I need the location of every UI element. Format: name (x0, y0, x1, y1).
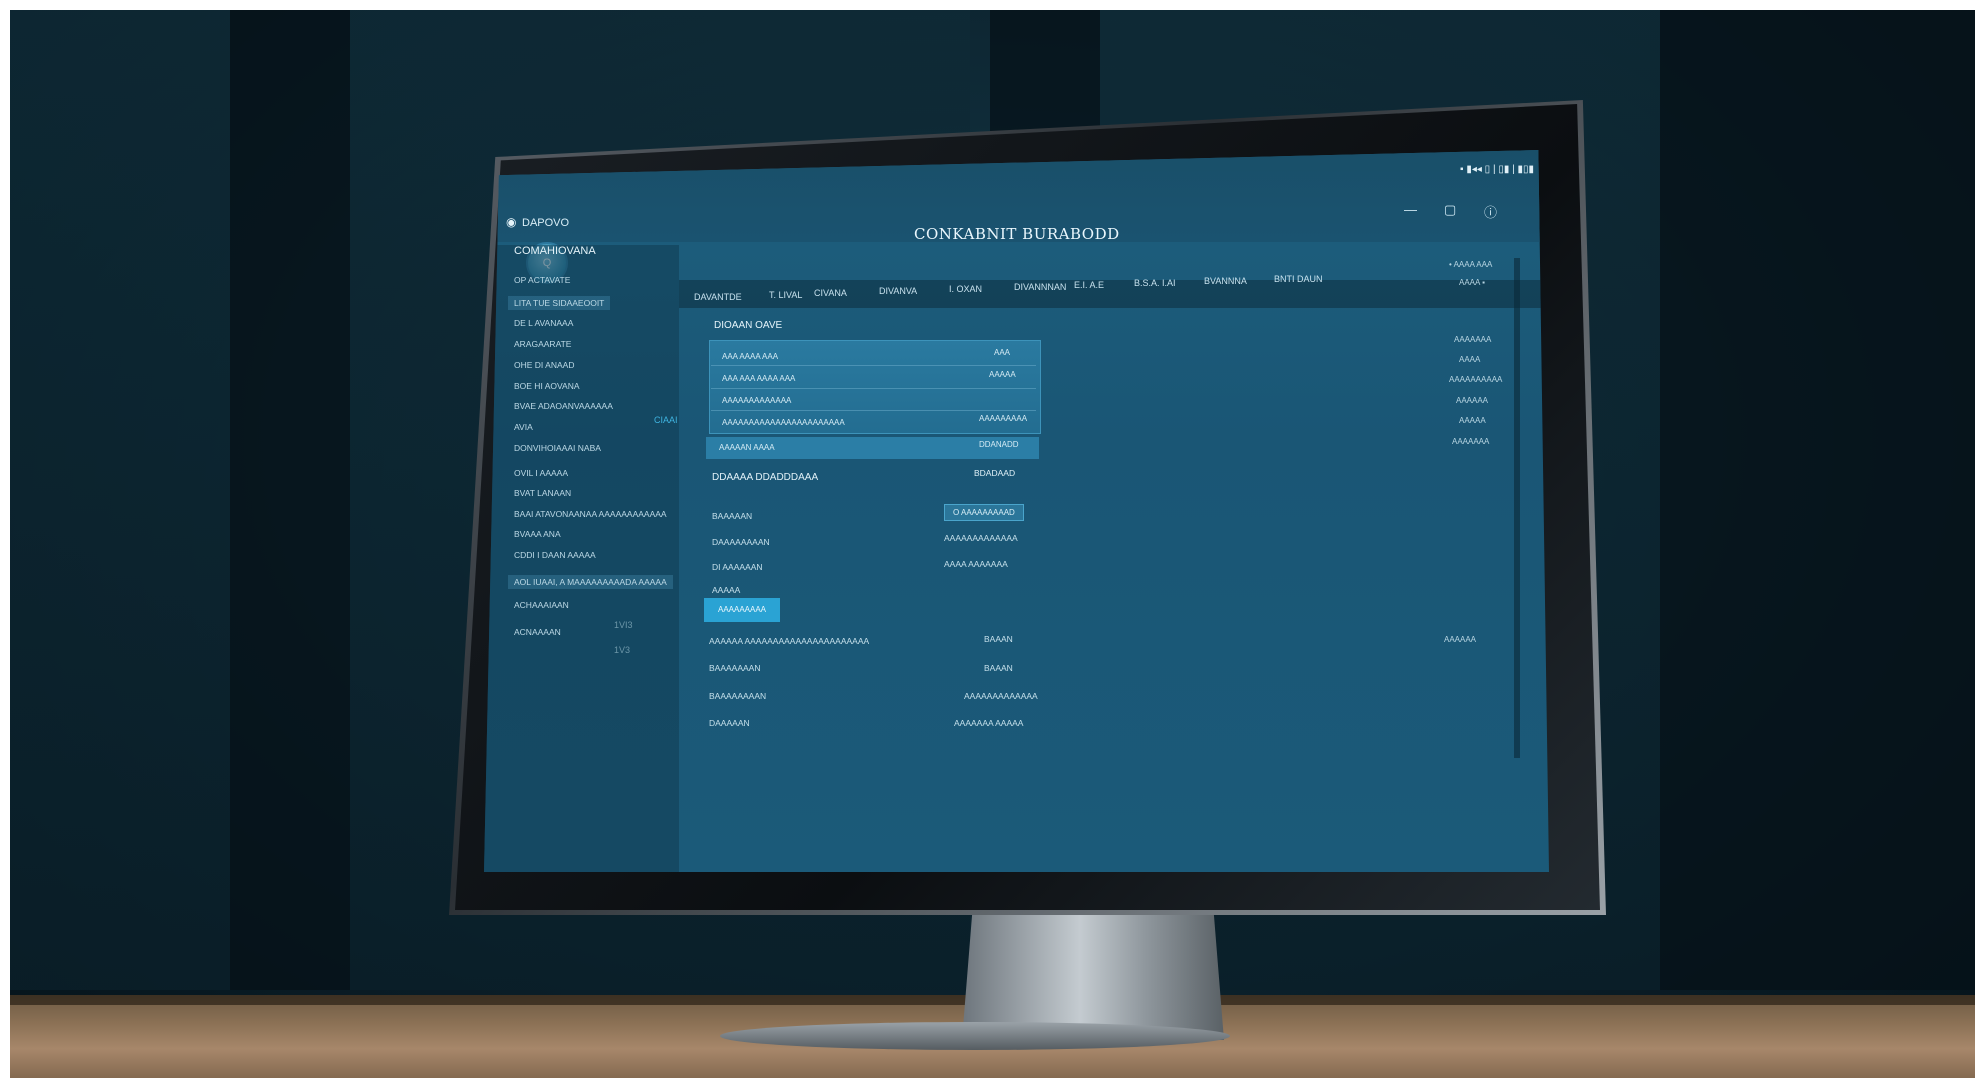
page-title: CONKABNIT BURABODD (914, 225, 1120, 243)
maximize-icon[interactable]: ▢ (1444, 202, 1456, 218)
system-status-bar: ▪ ▮◂◂ ▯ | ▯▮ | ▮▯▮ (1460, 164, 1534, 175)
field-value: AAAA AAAAAAA (944, 559, 1008, 569)
sidebar-item[interactable]: BOE HI AOVANA (514, 381, 580, 391)
sidebar-item-selected[interactable]: LITA TUE SIDAAEOOIT (508, 296, 611, 310)
right-list-item[interactable]: AAAAAAA (1452, 437, 1489, 446)
right-list-item[interactable]: AAAAAA (1444, 635, 1476, 644)
list-item-value: AAAAAAA AAAAA (954, 718, 1024, 728)
panel-cell: AAAAAAAAAAAAAAAAAAAAAAA (722, 418, 845, 427)
field-label: DI AAAAAAN (712, 562, 763, 572)
wall-shadow (1660, 10, 1975, 990)
field-value: AAAAAAAAAAAAA (944, 533, 1018, 543)
sidebar-heading: COMAHIOVANA (514, 245, 596, 257)
sidebar-item[interactable]: ARAGAARATE (514, 339, 571, 349)
row-divider (711, 410, 1036, 411)
scrollbar[interactable] (1514, 258, 1520, 758)
info-icon[interactable]: ⓘ (1484, 202, 1497, 221)
tab[interactable]: E.I. A.E (1074, 280, 1104, 290)
monitor-screen: ◉ DAPOVO Q CONKABNIT BURABODD — ▢ ⓘ ▪ ▮◂… (484, 150, 1549, 872)
list-item-value: BAAAN (984, 634, 1013, 644)
sidebar-item[interactable]: OP ACTAVATE (514, 275, 570, 285)
sidebar-item[interactable]: CDDI I DAAN AAAAA (514, 550, 596, 560)
section-value: BDADAAD (974, 468, 1016, 478)
minimize-icon[interactable]: — (1404, 202, 1417, 217)
tab[interactable]: I. OXAN (949, 284, 982, 294)
app-name: DAPOVO (522, 217, 570, 229)
right-list-item[interactable]: AAAA ▪ (1459, 278, 1485, 287)
panel-cell: AAAAA (989, 370, 1016, 379)
monitor-stand-base (720, 1022, 1230, 1050)
sidebar-item[interactable]: OHE DI ANAAD (514, 360, 574, 370)
sidebar-badge: CIAAI (654, 415, 678, 425)
row-divider (711, 388, 1036, 389)
sidebar-item[interactable]: DE L AVANAAA (514, 318, 573, 328)
primary-button[interactable]: AAAAAAAAA (704, 598, 780, 622)
app-logo-icon: ◉ (506, 215, 517, 229)
section-title: DDAAAA DDADDDAAA (712, 472, 819, 483)
highlight-row-label: AAAAAN AAAA (719, 443, 775, 452)
monitor-stand-neck (962, 910, 1224, 1040)
panel-cell: AAAAAAAAA (979, 414, 1028, 423)
sidebar-item[interactable]: DONVIHOIAAAI NABA (514, 443, 601, 453)
tab[interactable]: B.S.A. I.AI (1134, 278, 1176, 288)
tab[interactable]: BNTI DAUN (1274, 274, 1323, 284)
sidebar-badge: 1VI3 (614, 620, 633, 630)
right-list-item[interactable]: AAAAAAAAAA (1449, 375, 1502, 384)
panel-cell: AAA AAA AAAA AAA (722, 374, 796, 383)
right-list-item[interactable]: • AAAA AAA (1449, 260, 1492, 269)
sidebar-item[interactable]: AVIA (514, 422, 533, 432)
sidebar-item[interactable]: ACNAAAAN (514, 627, 561, 637)
wall-panel (10, 10, 230, 990)
list-item-label: AAAAAA AAAAAAAAAAAAAAAAAAAAAA (709, 636, 870, 646)
tab-bar (679, 280, 1549, 308)
sidebar-item[interactable]: BVAE ADAOANVAAAAAA (514, 401, 613, 411)
highlight-row-value: DDANADD (979, 440, 1019, 449)
list-item-value: AAAAAAAAAAAAA (964, 691, 1038, 701)
sidebar-item[interactable]: BVAT LANAAN (514, 488, 571, 498)
panel-heading: DIOAAN OAVE (714, 320, 783, 331)
list-item-value: BAAAN (984, 663, 1013, 673)
field-pill[interactable]: O AAAAAAAAAD (944, 504, 1024, 521)
sidebar-item[interactable]: BAAI ATAVONAANAA AAAAAAAAAAAA (514, 509, 667, 519)
tab[interactable]: DIVANVA (879, 286, 917, 296)
tab[interactable]: T. LIVAL (769, 290, 802, 300)
sidebar-item[interactable]: ACHAAAIAAN (514, 600, 569, 610)
right-list-item[interactable]: AAAAA (1459, 416, 1486, 425)
tab[interactable]: BVANNNA (1204, 276, 1247, 286)
right-list-item[interactable]: AAAAAAA (1454, 335, 1491, 344)
field-label: DAAAAAAAAN (712, 537, 770, 547)
panel-cell: AAA AAAA AAA (722, 352, 779, 361)
wall-shadow (230, 10, 350, 990)
row-divider (711, 365, 1036, 366)
panel-cell: AAAAAAAAAAAAA (722, 396, 792, 405)
tab[interactable]: CIVANA (814, 288, 847, 298)
sidebar-item-highlighted[interactable]: AOL IUAAI, A MAAAAAAAAADA AAAAA (508, 575, 673, 589)
right-list-item[interactable]: AAAA (1459, 355, 1480, 364)
field-label: AAAAA (712, 585, 741, 595)
tab[interactable]: DIVANNNAN (1014, 282, 1066, 292)
list-item-label: BAAAAAAAN (709, 663, 761, 673)
right-list-item[interactable]: AAAAAA (1456, 396, 1488, 405)
list-item-label: DAAAAAN (709, 718, 750, 728)
sidebar-item[interactable]: BVAAA ANA (514, 529, 561, 539)
field-label: BAAAAAN (712, 511, 753, 521)
panel-cell: AAA (994, 348, 1011, 357)
list-item-label: BAAAAAAAAN (709, 691, 767, 701)
sidebar-badge: 1V3 (614, 645, 631, 655)
tab[interactable]: DAVANTDE (694, 292, 742, 302)
sidebar-item[interactable]: OVIL I AAAAA (514, 468, 568, 478)
